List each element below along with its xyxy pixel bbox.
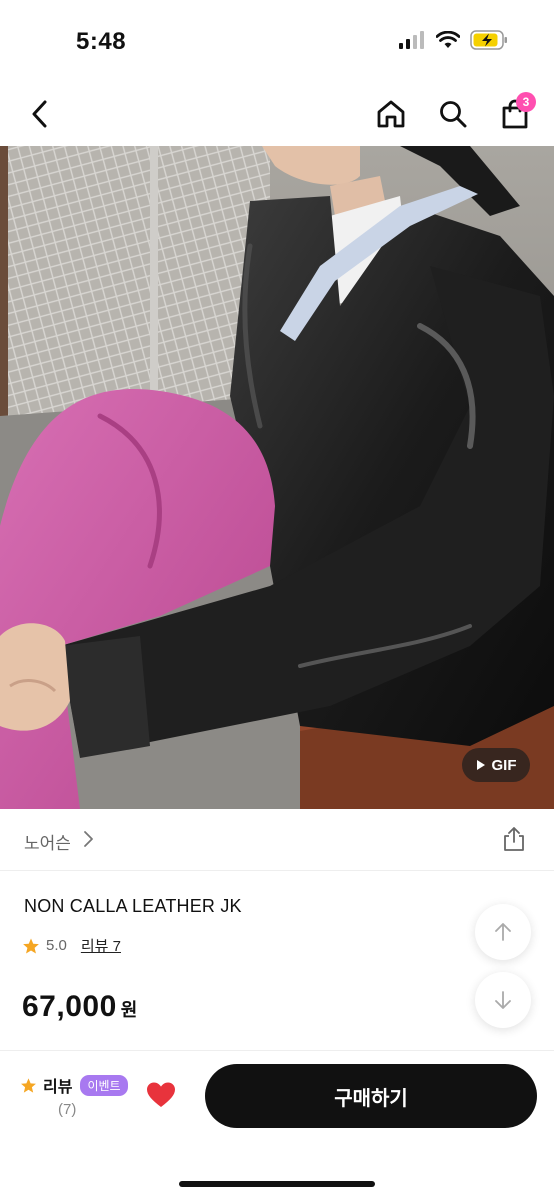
back-button[interactable]	[20, 94, 60, 134]
review-summary[interactable]: 리뷰 이벤트	[20, 1073, 128, 1097]
review-count: (7)	[58, 1101, 77, 1118]
product-title: NON CALLA LEATHER JK	[24, 896, 242, 916]
cart-count-badge: 3	[516, 92, 536, 112]
wifi-icon	[436, 31, 460, 48]
buy-button[interactable]: 구매하기	[205, 1064, 537, 1128]
arrow-up-icon	[495, 923, 511, 941]
price-unit: 원	[120, 1000, 138, 1020]
status-time: 5:48	[76, 28, 127, 55]
event-badge: 이벤트	[80, 1074, 128, 1096]
gif-label: GIF	[491, 756, 517, 774]
share-icon[interactable]	[500, 825, 528, 853]
status-icons	[398, 30, 508, 50]
home-button[interactable]	[372, 94, 410, 134]
price-row: 67,000 원	[22, 990, 137, 1024]
search-icon	[440, 101, 467, 128]
scroll-down-button[interactable]	[475, 972, 531, 1028]
arrow-down-icon	[495, 991, 511, 1009]
heart-icon	[147, 1082, 175, 1107]
nav-bar	[0, 80, 554, 146]
brand-row[interactable]: 노어슨	[0, 809, 554, 871]
chevron-left-icon	[32, 100, 47, 128]
product-image[interactable]	[0, 146, 554, 809]
play-icon	[476, 760, 485, 770]
star-icon	[21, 1077, 36, 1093]
scroll-up-button[interactable]	[475, 904, 531, 960]
like-button[interactable]	[146, 1081, 176, 1114]
rating-row: 5.0 리뷰 7	[22, 935, 121, 956]
rating-score: 5.0	[46, 937, 67, 954]
star-icon	[23, 938, 39, 953]
price-value: 67,000	[22, 990, 117, 1023]
gif-badge[interactable]: GIF	[462, 748, 530, 782]
bottom-action-bar: 리뷰 이벤트 (7) 구매하기	[0, 1050, 554, 1200]
product-photo	[0, 146, 554, 809]
home-icon	[377, 100, 405, 128]
chevron-right-icon	[84, 831, 93, 847]
battery-icon	[470, 30, 507, 50]
search-button[interactable]	[434, 94, 472, 134]
review-link[interactable]: 리뷰 7	[81, 935, 121, 956]
home-indicator	[179, 1181, 375, 1187]
review-label: 리뷰	[43, 1079, 73, 1096]
status-bar: 5:48	[0, 0, 554, 80]
brand-name[interactable]: 노어슨	[24, 829, 71, 854]
signal-icon	[399, 31, 424, 49]
